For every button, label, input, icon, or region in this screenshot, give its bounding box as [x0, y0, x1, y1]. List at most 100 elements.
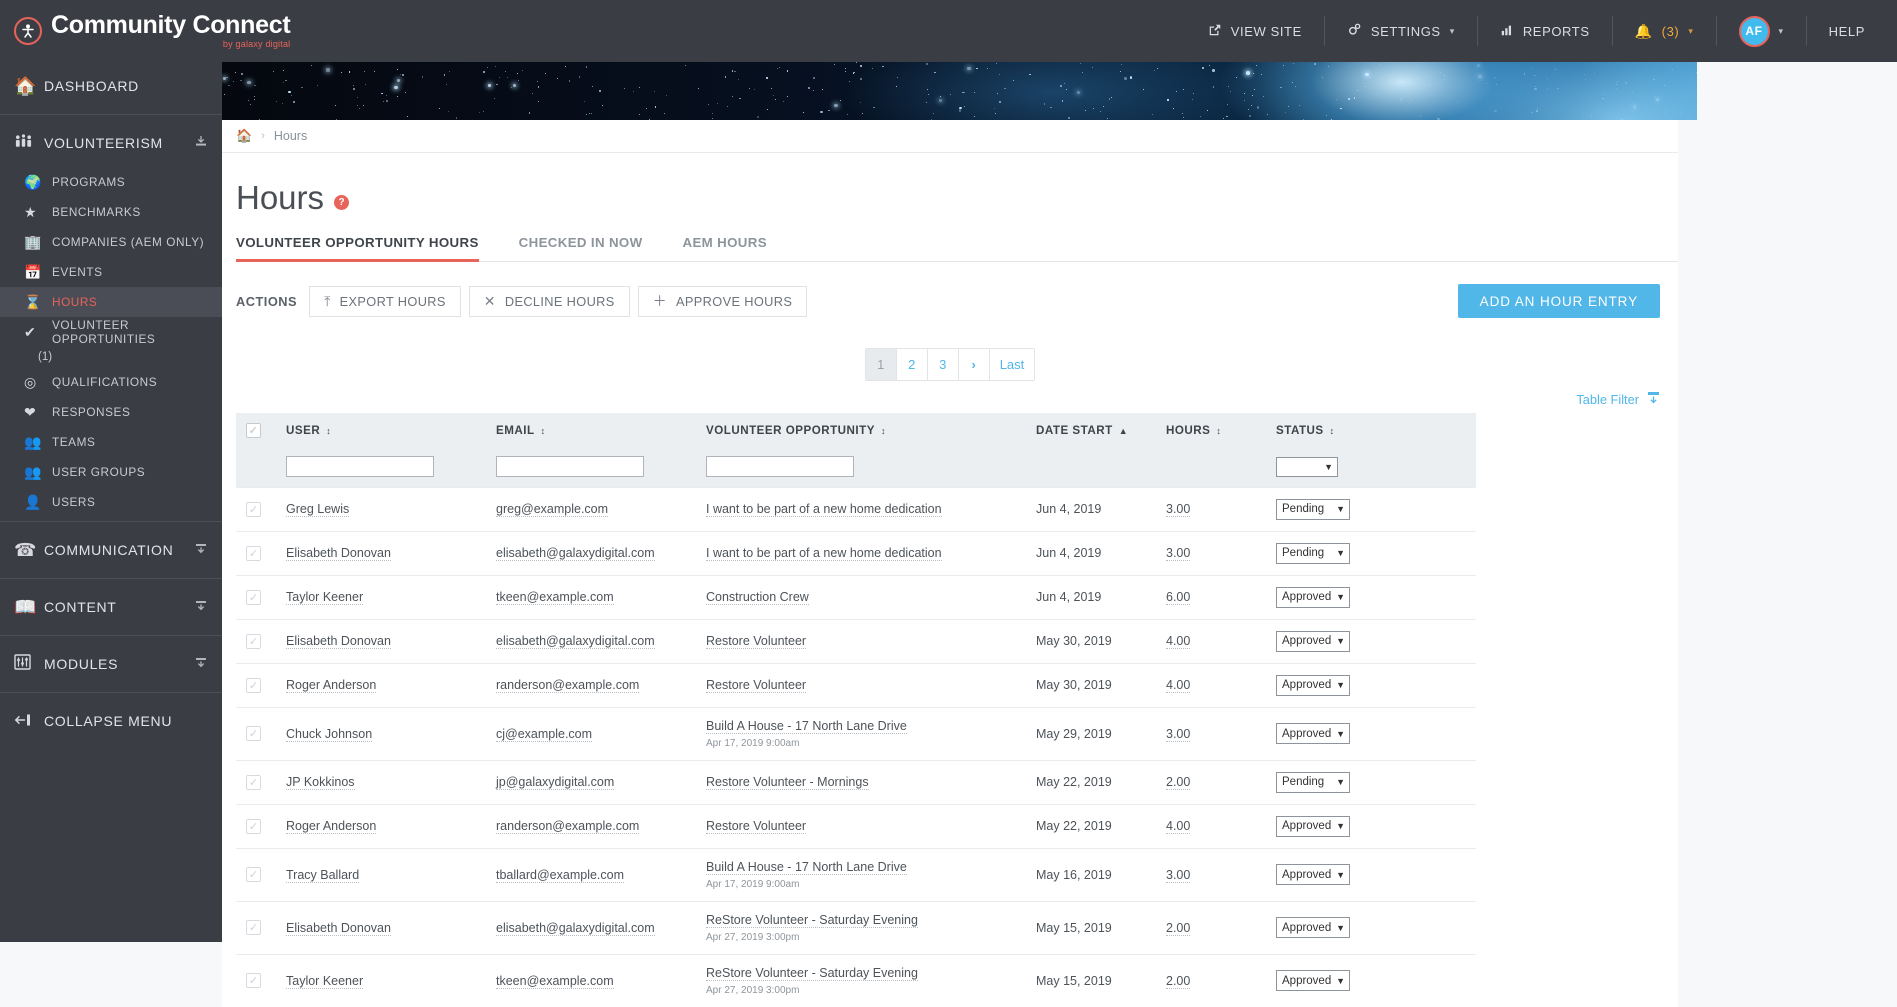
- collapse-icon[interactable]: [194, 599, 208, 615]
- user-link[interactable]: Tracy Ballard: [286, 868, 359, 883]
- column-header-hours[interactable]: HOURS↕: [1160, 413, 1270, 447]
- row-checkbox[interactable]: ✓: [246, 634, 261, 649]
- email-link[interactable]: elisabeth@galaxydigital.com: [496, 921, 655, 936]
- pagination-page-2[interactable]: 2: [897, 349, 928, 380]
- sidebar-item-user-groups[interactable]: 👥USER GROUPS: [0, 457, 222, 487]
- email-link[interactable]: tkeen@example.com: [496, 590, 614, 605]
- hours-link[interactable]: 3.00: [1166, 727, 1190, 742]
- status-select[interactable]: Approved▼: [1276, 631, 1350, 652]
- sort-indicator-icon[interactable]: ▲: [1119, 426, 1127, 436]
- status-select[interactable]: Approved▼: [1276, 587, 1350, 608]
- opportunity-link[interactable]: I want to be part of a new home dedicati…: [706, 502, 942, 517]
- sort-indicator-icon[interactable]: ↕: [881, 426, 885, 436]
- email-link[interactable]: tkeen@example.com: [496, 974, 614, 989]
- user-link[interactable]: Elisabeth Donovan: [286, 634, 391, 649]
- sort-indicator-icon[interactable]: ↕: [541, 426, 545, 436]
- row-checkbox[interactable]: ✓: [246, 678, 261, 693]
- status-filter-select[interactable]: ▼: [1276, 457, 1338, 477]
- row-checkbox[interactable]: ✓: [246, 973, 261, 988]
- email-link[interactable]: randerson@example.com: [496, 819, 639, 834]
- opportunity-link[interactable]: Restore Volunteer: [706, 819, 806, 834]
- decline-hours-button[interactable]: ✕DECLINE HOURS: [469, 286, 630, 317]
- sidebar-item-users[interactable]: 👤USERS: [0, 487, 222, 517]
- opportunity-link[interactable]: Build A House - 17 North Lane Drive: [706, 860, 907, 875]
- row-checkbox[interactable]: ✓: [246, 726, 261, 741]
- column-header-user[interactable]: USER↕: [280, 413, 490, 447]
- export-hours-button[interactable]: ⤒EXPORT HOURS: [309, 286, 461, 317]
- collapse-icon[interactable]: [194, 656, 208, 672]
- hours-link[interactable]: 4.00: [1166, 634, 1190, 649]
- pagination-last-button[interactable]: Last: [990, 349, 1035, 380]
- status-select[interactable]: Approved▼: [1276, 723, 1350, 744]
- column-header-opportunity[interactable]: VOLUNTEER OPPORTUNITY↕: [700, 413, 1030, 447]
- opportunity-link[interactable]: Restore Volunteer: [706, 678, 806, 693]
- approve-hours-button[interactable]: ＋APPROVE HOURS: [638, 286, 808, 317]
- sidebar-item-qualifications[interactable]: ◎QUALIFICATIONS: [0, 367, 222, 397]
- table-filter-link[interactable]: Table Filter: [1576, 392, 1639, 407]
- email-link[interactable]: tballard@example.com: [496, 868, 624, 883]
- brand-logo[interactable]: Community Connect by galaxy digital: [0, 0, 222, 62]
- sidebar-item-events[interactable]: 📅EVENTS: [0, 257, 222, 287]
- email-link[interactable]: elisabeth@galaxydigital.com: [496, 634, 655, 649]
- sidebar-section-volunteerism[interactable]: VOLUNTEERISM: [0, 119, 222, 167]
- add-hour-entry-button[interactable]: ADD AN HOUR ENTRY: [1458, 284, 1660, 318]
- email-link[interactable]: elisabeth@galaxydigital.com: [496, 546, 655, 561]
- row-checkbox[interactable]: ✓: [246, 819, 261, 834]
- sidebar-section-communication[interactable]: ☎ COMMUNICATION: [0, 526, 222, 574]
- row-checkbox[interactable]: ✓: [246, 590, 261, 605]
- collapse-icon[interactable]: [194, 135, 208, 151]
- status-select[interactable]: Approved▼: [1276, 970, 1350, 991]
- sidebar-item-responses[interactable]: ❤RESPONSES: [0, 397, 222, 427]
- tab-checked-in-now[interactable]: CHECKED IN NOW: [519, 235, 661, 261]
- notifications-menu[interactable]: 🔔 (3) ▾: [1612, 16, 1716, 46]
- tab-volunteer-opportunity-hours[interactable]: VOLUNTEER OPPORTUNITY HOURS: [236, 235, 497, 261]
- sidebar-item-companies-aem-only[interactable]: 🏢COMPANIES (AEM ONLY): [0, 227, 222, 257]
- user-link[interactable]: Roger Anderson: [286, 819, 376, 834]
- sidebar-item-programs[interactable]: 🌍PROGRAMS: [0, 167, 222, 197]
- status-select[interactable]: Approved▼: [1276, 864, 1350, 885]
- sidebar-collapse-menu[interactable]: COLLAPSE MENU: [0, 697, 222, 745]
- sidebar-section-content[interactable]: 📖 CONTENT: [0, 583, 222, 631]
- opportunity-link[interactable]: ReStore Volunteer - Saturday Evening: [706, 966, 918, 981]
- opportunity-link[interactable]: ReStore Volunteer - Saturday Evening: [706, 913, 918, 928]
- sidebar-item-volunteer-opportunities[interactable]: ✔VOLUNTEER OPPORTUNITIES: [0, 317, 222, 347]
- row-checkbox[interactable]: ✓: [246, 775, 261, 790]
- user-link[interactable]: Elisabeth Donovan: [286, 921, 391, 936]
- hours-link[interactable]: 2.00: [1166, 775, 1190, 790]
- filter-icon[interactable]: [1647, 391, 1660, 407]
- user-link[interactable]: JP Kokkinos: [286, 775, 355, 790]
- opportunity-filter-input[interactable]: [706, 456, 854, 477]
- pagination-page-3[interactable]: 3: [928, 349, 959, 380]
- user-link[interactable]: Roger Anderson: [286, 678, 376, 693]
- settings-menu[interactable]: SETTINGS ▾: [1324, 16, 1477, 46]
- status-select[interactable]: Pending▼: [1276, 499, 1350, 520]
- hours-link[interactable]: 4.00: [1166, 819, 1190, 834]
- sidebar-section-modules[interactable]: MODULES: [0, 640, 222, 688]
- row-checkbox[interactable]: ✓: [246, 867, 261, 882]
- home-icon[interactable]: 🏠: [236, 128, 252, 144]
- help-link[interactable]: HELP: [1806, 16, 1883, 46]
- sort-indicator-icon[interactable]: ↕: [1216, 426, 1220, 436]
- sidebar-item-teams[interactable]: 👥TEAMS: [0, 427, 222, 457]
- email-link[interactable]: greg@example.com: [496, 502, 608, 517]
- user-link[interactable]: Greg Lewis: [286, 502, 349, 517]
- user-link[interactable]: Taylor Keener: [286, 590, 363, 605]
- hours-link[interactable]: 2.00: [1166, 921, 1190, 936]
- hours-link[interactable]: 6.00: [1166, 590, 1190, 605]
- email-link[interactable]: randerson@example.com: [496, 678, 639, 693]
- tab-aem-hours[interactable]: AEM HOURS: [683, 235, 785, 261]
- row-checkbox[interactable]: ✓: [246, 546, 261, 561]
- sidebar-item-benchmarks[interactable]: ★BENCHMARKS: [0, 197, 222, 227]
- collapse-icon[interactable]: [194, 542, 208, 558]
- sidebar-item-dashboard[interactable]: 🏠 DASHBOARD: [0, 62, 222, 110]
- status-select[interactable]: Pending▼: [1276, 543, 1350, 564]
- hours-link[interactable]: 3.00: [1166, 502, 1190, 517]
- view-site-link[interactable]: VIEW SITE: [1186, 16, 1324, 46]
- hours-link[interactable]: 3.00: [1166, 868, 1190, 883]
- row-checkbox[interactable]: ✓: [246, 920, 261, 935]
- user-link[interactable]: Taylor Keener: [286, 974, 363, 989]
- select-all-checkbox[interactable]: ✓: [246, 423, 261, 438]
- reports-link[interactable]: REPORTS: [1477, 16, 1612, 46]
- help-icon[interactable]: ?: [334, 195, 349, 210]
- opportunity-link[interactable]: I want to be part of a new home dedicati…: [706, 546, 942, 561]
